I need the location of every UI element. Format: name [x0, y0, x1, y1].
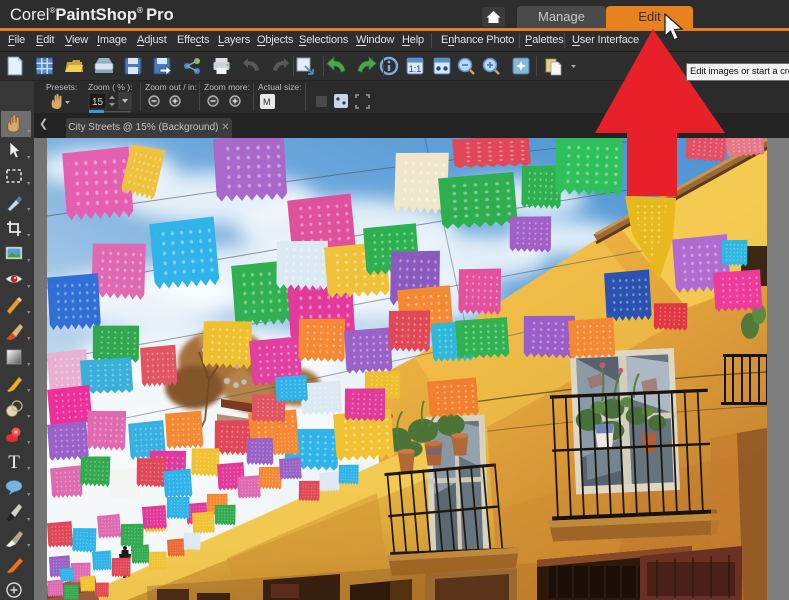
svg-text:M: M	[263, 97, 271, 107]
svg-text:T: T	[8, 452, 20, 473]
svg-text:15: 15	[92, 97, 104, 108]
svg-text:1:1: 1:1	[409, 64, 422, 74]
